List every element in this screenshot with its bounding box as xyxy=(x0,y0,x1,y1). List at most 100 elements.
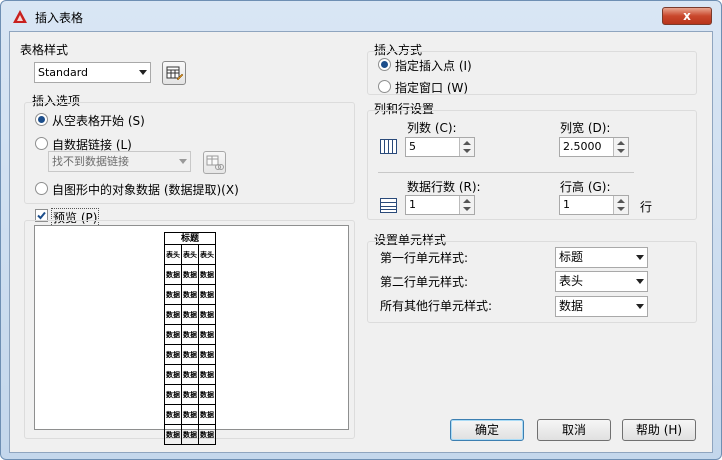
preview-header-cell: 表头 xyxy=(181,244,199,265)
divider xyxy=(378,172,634,173)
close-button[interactable]: x xyxy=(662,7,712,25)
preview-data-cell: 数据 xyxy=(198,424,216,445)
preview-data-row: 数据 数据 数据 xyxy=(164,384,216,405)
spin-up-icon[interactable] xyxy=(617,141,625,145)
first-row-style-select[interactable]: 标题 xyxy=(555,247,648,268)
from-data-link-radio[interactable] xyxy=(35,137,48,150)
columns-spinner[interactable]: 5 xyxy=(405,137,475,157)
from-empty-label[interactable]: 从空表格开始 (S) xyxy=(52,112,145,129)
data-link-icon xyxy=(206,155,224,170)
preview-data-cell: 数据 xyxy=(181,424,199,445)
preview-table: 标题 表头 表头 表头 数据 数据 数据 数据 数据 数据 数据 数据 数据 数据 数据 数据 数据 数据 数据… xyxy=(164,232,216,445)
spin-down-icon[interactable] xyxy=(463,207,471,211)
preview-data-cell: 数据 xyxy=(164,284,182,305)
table-style-select[interactable]: Standard xyxy=(34,62,151,83)
spin-down-icon[interactable] xyxy=(617,149,625,153)
preview-data-row: 数据 数据 数据 xyxy=(164,304,216,325)
preview-header-cell: 表头 xyxy=(198,244,216,265)
row-unit-label: 行 xyxy=(640,200,653,214)
preview-data-cell: 数据 xyxy=(164,324,182,345)
columns-label: 列数 (C): xyxy=(407,121,457,135)
chevron-down-icon xyxy=(636,255,644,260)
preview-data-row: 数据 数据 数据 xyxy=(164,324,216,345)
columns-icon xyxy=(380,139,397,154)
data-rows-label: 数据行数 (R): xyxy=(407,180,481,194)
table-style-value: Standard xyxy=(38,66,89,79)
second-row-style-value: 表头 xyxy=(559,274,584,288)
insert-table-dialog: 插入表格 x 表格样式 Standard 插入选项 从空表格开始 (S) 自数据… xyxy=(0,0,722,460)
data-link-select[interactable]: 找不到数据链接 xyxy=(48,151,191,172)
preview-data-row: 数据 数据 数据 xyxy=(164,364,216,385)
chevron-down-icon xyxy=(139,70,147,75)
preview-data-cell: 数据 xyxy=(164,364,182,385)
column-width-spinner[interactable]: 2.5000 xyxy=(559,137,629,157)
specify-point-label[interactable]: 指定插入点 (I) xyxy=(395,57,472,74)
preview-data-cell: 数据 xyxy=(164,384,182,405)
from-object-data-label[interactable]: 自图形中的对象数据 (数据提取)(X) xyxy=(52,181,239,198)
preview-data-cell: 数据 xyxy=(181,284,199,305)
spin-down-icon[interactable] xyxy=(463,149,471,153)
preview-data-cell: 数据 xyxy=(181,304,199,325)
spin-up-icon[interactable] xyxy=(617,199,625,203)
table-style-dialog-button[interactable] xyxy=(162,61,186,85)
preview-data-cell: 数据 xyxy=(164,424,182,445)
preview-data-cell: 数据 xyxy=(164,264,182,285)
spinner-buttons[interactable] xyxy=(459,196,474,214)
preview-data-cell: 数据 xyxy=(198,384,216,405)
preview-data-cell: 数据 xyxy=(164,404,182,425)
columns-value: 5 xyxy=(409,140,416,153)
spin-up-icon[interactable] xyxy=(463,141,471,145)
chevron-down-icon xyxy=(179,159,187,164)
preview-data-cell: 数据 xyxy=(198,284,216,305)
column-width-label: 列宽 (D): xyxy=(560,121,611,135)
table-style-heading: 表格样式 xyxy=(20,43,69,57)
preview-data-cell: 数据 xyxy=(164,344,182,365)
data-rows-spinner[interactable]: 1 xyxy=(405,195,475,215)
first-row-style-value: 标题 xyxy=(559,250,584,264)
row-height-spinner[interactable]: 1 xyxy=(559,195,629,215)
spinner-buttons[interactable] xyxy=(613,196,628,214)
preview-data-row: 数据 数据 数据 xyxy=(164,344,216,365)
preview-data-row: 数据 数据 数据 xyxy=(164,424,216,445)
window-title: 插入表格 xyxy=(35,11,84,25)
other-rows-style-value: 数据 xyxy=(559,299,584,313)
spinner-buttons[interactable] xyxy=(613,138,628,156)
preview-data-cell: 数据 xyxy=(181,384,199,405)
preview-data-cell: 数据 xyxy=(181,264,199,285)
rows-icon xyxy=(380,198,397,213)
preview-header-cell: 表头 xyxy=(164,244,182,265)
data-rows-value: 1 xyxy=(409,198,416,211)
ok-button[interactable]: 确定 xyxy=(450,419,524,441)
row-height-value: 1 xyxy=(563,198,570,211)
first-row-style-label: 第一行单元样式: xyxy=(380,251,469,265)
second-row-style-label: 第二行单元样式: xyxy=(380,275,469,289)
data-link-value: 找不到数据链接 xyxy=(52,155,129,168)
specify-window-radio[interactable] xyxy=(378,80,391,93)
specify-point-radio[interactable] xyxy=(378,58,391,71)
close-icon: x xyxy=(683,9,691,23)
other-rows-style-select[interactable]: 数据 xyxy=(555,296,648,317)
preview-data-cell: 数据 xyxy=(164,304,182,325)
data-link-manager-button[interactable] xyxy=(203,151,226,174)
spin-up-icon[interactable] xyxy=(463,199,471,203)
from-object-data-radio[interactable] xyxy=(35,182,48,195)
chevron-down-icon xyxy=(636,279,644,284)
preview-data-cell: 数据 xyxy=(198,324,216,345)
preview-data-row: 数据 数据 数据 xyxy=(164,284,216,305)
preview-data-cell: 数据 xyxy=(198,404,216,425)
autocad-app-icon xyxy=(13,10,27,23)
cancel-button[interactable]: 取消 xyxy=(537,419,611,441)
second-row-style-select[interactable]: 表头 xyxy=(555,271,648,292)
spinner-buttons[interactable] xyxy=(459,138,474,156)
preview-data-row: 数据 数据 数据 xyxy=(164,264,216,285)
preview-data-cell: 数据 xyxy=(198,364,216,385)
from-empty-radio[interactable] xyxy=(35,113,48,126)
other-rows-style-label: 所有其他行单元样式: xyxy=(380,299,493,313)
spin-down-icon[interactable] xyxy=(617,207,625,211)
help-button[interactable]: 帮助 (H) xyxy=(622,419,696,441)
specify-window-label[interactable]: 指定窗口 (W) xyxy=(395,79,468,96)
preview-data-cell: 数据 xyxy=(198,304,216,325)
preview-data-cell: 数据 xyxy=(198,264,216,285)
preview-data-cell: 数据 xyxy=(181,324,199,345)
chevron-down-icon xyxy=(636,304,644,309)
